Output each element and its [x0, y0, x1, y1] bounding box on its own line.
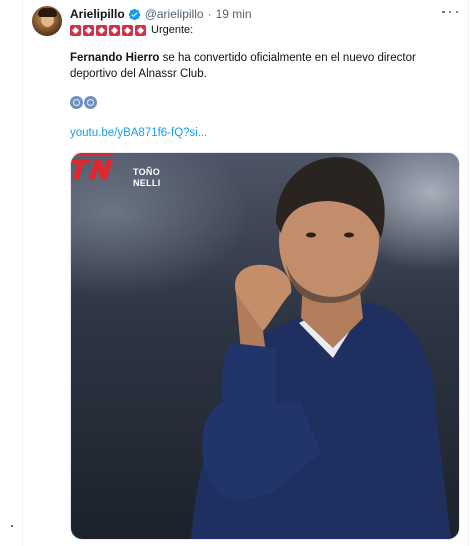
youtube-link[interactable]: youtu.be/yBA871f6-fQ?si...	[70, 127, 207, 139]
decorative-dot	[11, 525, 13, 527]
tweet-header: Arielipillo @arielipillo · 19 min	[70, 6, 252, 22]
separator-dot: ·	[207, 7, 212, 21]
tweet-text: Fernando Hierro se ha convertido oficial…	[70, 50, 440, 82]
red-flag-icon	[96, 24, 107, 36]
red-flag-icon	[83, 24, 94, 36]
flags-line: Urgente:	[70, 23, 193, 37]
tweet-card[interactable]: Arielipillo @arielipillo · 19 min Urgent…	[22, 0, 468, 546]
red-flag-icon	[70, 24, 81, 36]
tweet-media-image[interactable]: TOÑO NELLI	[70, 152, 460, 540]
tn-logo-icon	[71, 153, 113, 179]
red-flag-icon	[109, 24, 120, 36]
more-options-icon[interactable]	[442, 5, 458, 19]
logo-text-line2: NELLI	[133, 178, 161, 188]
red-flag-icon	[122, 24, 133, 36]
user-handle[interactable]: @arielipillo	[145, 7, 204, 21]
logo-text-line1: TOÑO	[133, 167, 161, 177]
verified-badge-icon	[128, 8, 140, 20]
emoji-row	[70, 96, 97, 109]
globe-icon	[84, 96, 97, 109]
tn-logo-text: TOÑO NELLI	[133, 167, 161, 189]
tweet-text-bold: Fernando Hierro	[70, 52, 160, 64]
display-name[interactable]: Arielipillo	[70, 7, 125, 21]
timeline-right-border	[468, 0, 469, 546]
red-flag-icon	[135, 24, 146, 36]
timestamp[interactable]: 19 min	[216, 7, 252, 21]
urgent-label: Urgente:	[151, 24, 194, 36]
globe-icon	[70, 96, 83, 109]
avatar[interactable]	[32, 6, 62, 36]
photo-illustration	[191, 157, 451, 539]
